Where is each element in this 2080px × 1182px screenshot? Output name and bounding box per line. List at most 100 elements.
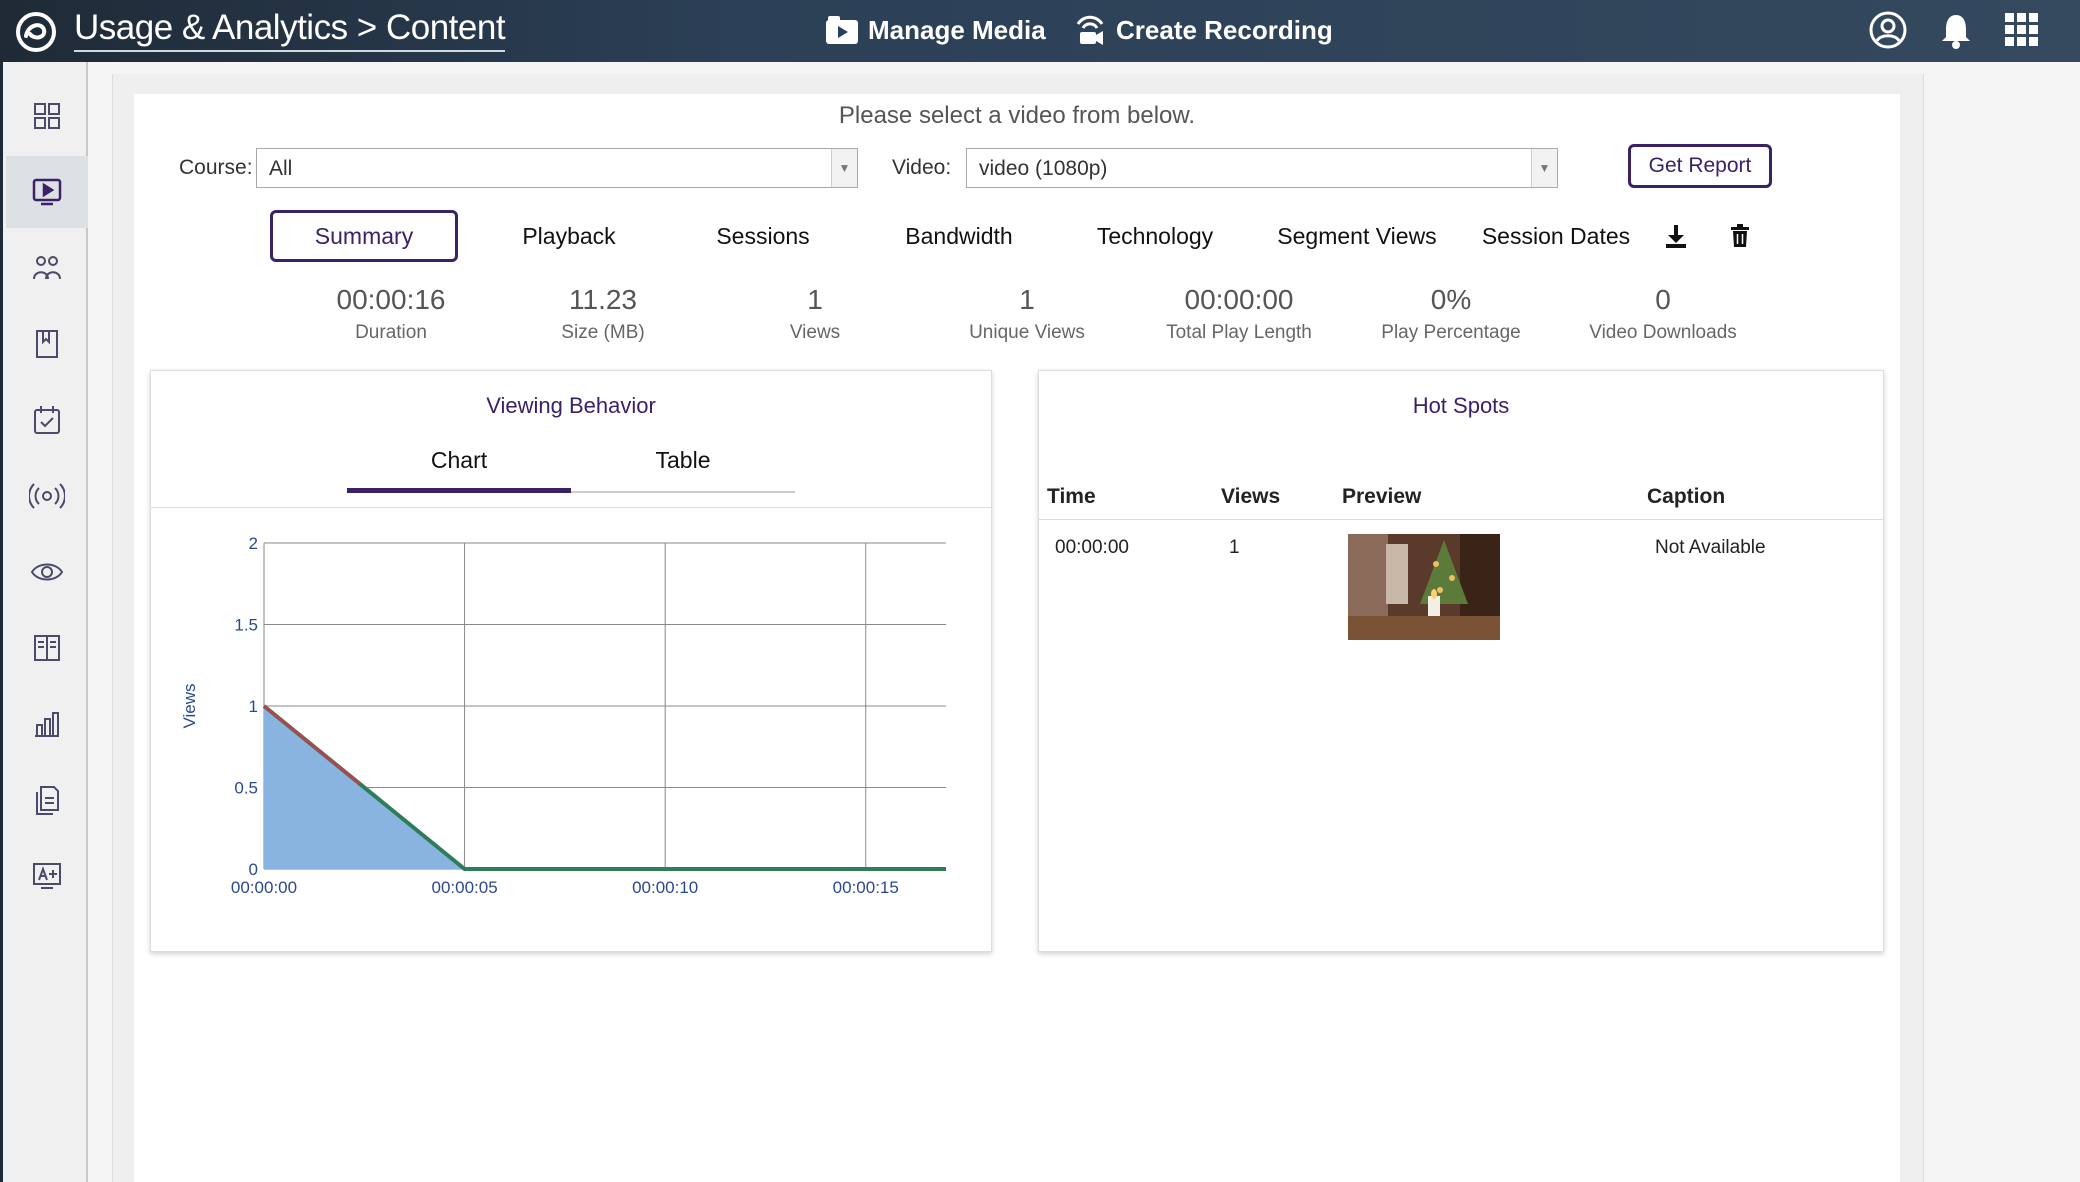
user-profile-icon[interactable] <box>1866 8 1910 52</box>
course-select[interactable]: All ▼ <box>256 148 858 188</box>
download-icon[interactable] <box>1656 210 1696 262</box>
stat-label: Video Downloads <box>1589 322 1737 343</box>
stat-unique-views: 1 Unique Views <box>922 284 1132 344</box>
row-time: 00:00:00 <box>1055 537 1129 558</box>
documents-icon <box>36 786 59 815</box>
x-tick-label: 00:00:10 <box>632 878 698 897</box>
stat-value: 1 <box>807 284 823 315</box>
select-video-prompt: Please select a video from below. <box>838 102 1196 129</box>
sidebar-item-grades[interactable] <box>6 840 88 912</box>
app-logo-icon[interactable] <box>14 10 58 54</box>
video-select[interactable]: video (1080p) ▼ <box>966 148 1558 188</box>
stat-label: Total Play Length <box>1166 322 1312 343</box>
sidebar-item-library[interactable] <box>6 308 88 380</box>
stat-label: Views <box>789 322 841 343</box>
row-views: 1 <box>1229 537 1240 558</box>
sidebar-item-live[interactable] <box>6 460 88 532</box>
preview-thumbnail[interactable] <box>1348 534 1500 640</box>
dropdown-arrow-icon[interactable]: ▼ <box>831 149 857 187</box>
dropdown-arrow-icon[interactable]: ▼ <box>1531 149 1557 187</box>
stat-value: 11.23 <box>569 284 637 315</box>
tab-summary[interactable]: Summary <box>270 210 458 262</box>
course-label: Course: <box>179 156 253 179</box>
create-recording-button[interactable]: Create Recording <box>1072 10 1333 50</box>
sidebar-item-analytics[interactable] <box>6 688 88 760</box>
hot-spots-card: Hot Spots Time Views Preview Caption 00:… <box>1038 370 1884 952</box>
tab-segment-views[interactable]: Segment Views <box>1252 210 1462 262</box>
sidebar-item-documents[interactable] <box>6 764 88 836</box>
column-header-caption[interactable]: Caption <box>1647 485 1725 509</box>
stat-label: Size (MB) <box>561 322 645 343</box>
notifications-bell-icon[interactable] <box>1934 8 1978 52</box>
manage-media-button[interactable]: Manage Media <box>824 10 1046 50</box>
video-play-icon <box>32 178 62 206</box>
delete-trash-icon[interactable] <box>1720 210 1760 262</box>
tab-technology[interactable]: Technology <box>1060 210 1250 262</box>
sidebar-item-users[interactable] <box>6 232 88 304</box>
eye-icon <box>30 563 64 581</box>
stat-label: Play Percentage <box>1381 322 1521 343</box>
apps-grid-icon[interactable] <box>2000 8 2044 52</box>
card-divider <box>151 507 991 508</box>
sidebar-item-media[interactable] <box>6 156 88 228</box>
calendar-check-icon <box>34 406 60 434</box>
column-header-views[interactable]: Views <box>1221 485 1280 509</box>
get-report-button[interactable]: Get Report <box>1628 144 1772 188</box>
sidebar-item-courses[interactable] <box>6 612 88 684</box>
stat-value: 1 <box>1019 284 1035 315</box>
sidebar <box>0 62 88 1182</box>
y-tick-label: 0.5 <box>234 779 258 798</box>
top-bar: Usage & Analytics > Content Manage Media… <box>0 0 2080 62</box>
video-label: Video: <box>892 156 952 179</box>
stat-value: 0% <box>1430 284 1472 315</box>
open-book-icon <box>34 635 60 661</box>
create-recording-label: Create Recording <box>1116 14 1333 45</box>
stat-value: 0 <box>1655 284 1671 315</box>
sidebar-item-dashboard[interactable] <box>6 80 88 152</box>
stat-label: Unique Views <box>969 322 1085 343</box>
x-tick-label: 00:00:15 <box>833 878 899 897</box>
main-panel: Please select a video from below. Course… <box>134 94 1900 1182</box>
viewing-behavior-chart: 0 0.5 1 1.5 2 00:00:00 00:00:05 00:00:10 00:00:1… <box>180 534 946 897</box>
table-header-divider <box>1039 519 1883 520</box>
stat-label: Duration <box>355 322 427 343</box>
x-tick-label: 00:00:05 <box>431 878 497 897</box>
recording-broadcast-icon <box>1076 15 1104 45</box>
viewing-behavior-card: Viewing Behavior Chart Table 0 0.5 1 1.5 2 00… <box>150 370 992 952</box>
bookmark-book-icon <box>36 330 58 358</box>
hot-spots-title: Hot Spots <box>1412 393 1510 418</box>
y-tick-label: 2 <box>249 534 258 553</box>
viewing-behavior-title: Viewing Behavior <box>486 393 656 418</box>
sidebar-item-views[interactable] <box>6 536 88 608</box>
stat-video-downloads: 0 Video Downloads <box>1558 284 1768 344</box>
y-tick-label: 1 <box>249 697 258 716</box>
stat-value: 00:00:16 <box>336 284 446 315</box>
y-tick-label: 1.5 <box>234 616 258 635</box>
column-header-time[interactable]: Time <box>1047 485 1096 509</box>
stat-duration: 00:00:16 Duration <box>286 284 496 344</box>
page-title[interactable]: Usage & Analytics > Content <box>74 8 506 52</box>
tab-bandwidth[interactable]: Bandwidth <box>864 210 1054 262</box>
stat-size: 11.23 Size (MB) <box>498 284 708 344</box>
dashboard-grid-icon <box>34 103 60 129</box>
course-select-value: All <box>269 157 293 180</box>
column-header-preview[interactable]: Preview <box>1342 485 1421 509</box>
stat-value: 00:00:00 <box>1184 284 1294 315</box>
tab-sessions[interactable]: Sessions <box>678 210 848 262</box>
manage-media-label: Manage Media <box>868 14 1046 45</box>
active-tab-indicator <box>347 488 571 493</box>
grade-a-plus-icon <box>33 863 61 889</box>
tab-session-dates[interactable]: Session Dates <box>1456 210 1656 262</box>
media-folder-icon <box>826 16 858 44</box>
sidebar-item-assignments[interactable] <box>6 384 88 456</box>
tab-table[interactable]: Table <box>571 447 795 484</box>
tab-chart[interactable]: Chart <box>347 447 571 484</box>
stat-total-play-length: 00:00:00 Total Play Length <box>1134 284 1344 344</box>
users-group-icon <box>33 256 61 280</box>
stat-views: 1 Views <box>710 284 920 344</box>
bar-chart-icon <box>35 712 59 737</box>
tab-playback[interactable]: Playback <box>484 210 654 262</box>
y-axis-label: Views <box>180 683 199 728</box>
broadcast-icon <box>29 483 65 509</box>
row-caption: Not Available <box>1655 537 1766 558</box>
